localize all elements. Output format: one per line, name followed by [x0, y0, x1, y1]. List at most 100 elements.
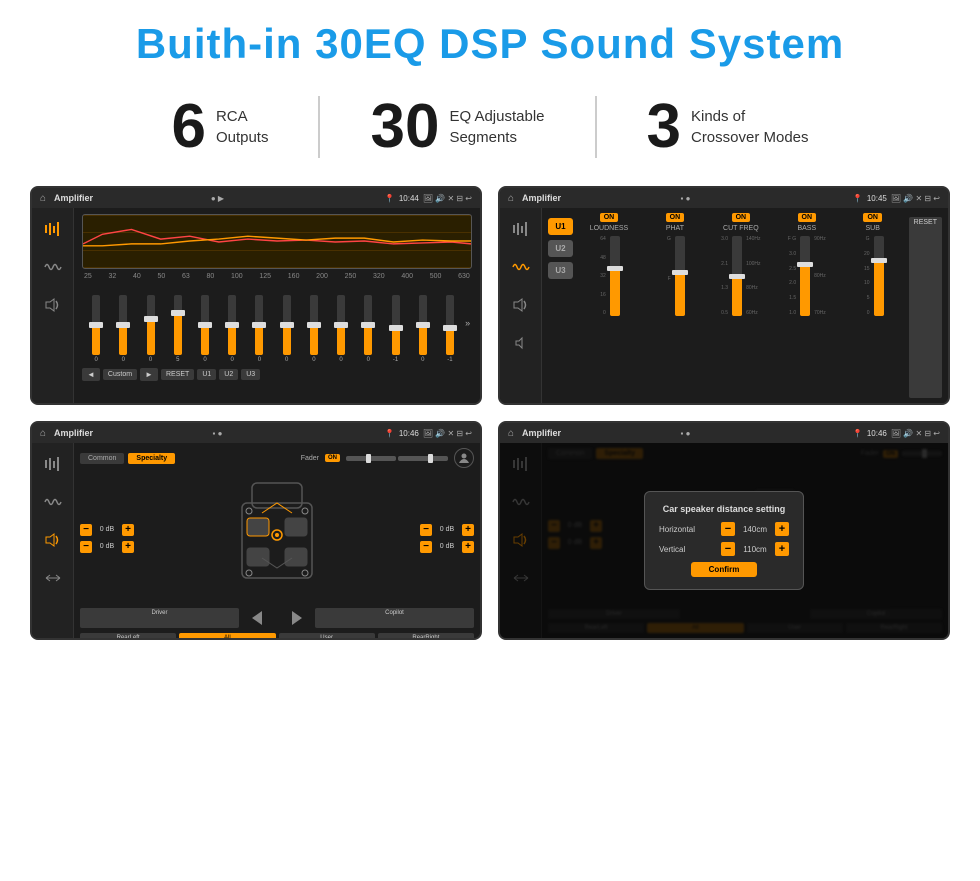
- db-plus-3[interactable]: +: [462, 524, 474, 536]
- loudness-slider[interactable]: [610, 236, 620, 316]
- u3-button[interactable]: U3: [241, 369, 260, 380]
- db-minus-3[interactable]: −: [420, 524, 432, 536]
- cutfreq-label: CUT FREQ: [723, 225, 759, 232]
- eq-slider-1[interactable]: 0: [84, 295, 108, 363]
- sub-slider[interactable]: [874, 236, 884, 316]
- horizontal-ctrl: − 140cm +: [721, 522, 789, 536]
- page-title: Buith-in 30EQ DSP Sound System: [30, 20, 950, 68]
- status-bar-3: ⌂ Amplifier ▪ ● 📍 10:46 🖼 🔊 ✕ ⊟ ↩: [32, 423, 480, 443]
- home-icon-2[interactable]: ⌂: [508, 193, 514, 204]
- speaker-icon[interactable]: [40, 294, 66, 316]
- stats-row: 6 RCA Outputs 30 EQ Adjustable Segments …: [30, 96, 950, 158]
- db-plus-1[interactable]: +: [122, 524, 134, 536]
- eq-icon-3[interactable]: [40, 453, 66, 475]
- db-plus-4[interactable]: +: [462, 541, 474, 553]
- db-row-1: − 0 dB +: [80, 524, 134, 536]
- bass-on[interactable]: ON: [798, 213, 817, 222]
- all-btn[interactable]: All: [179, 633, 275, 640]
- eq-slider-12[interactable]: -1: [383, 295, 407, 363]
- side-icons-1: [32, 208, 74, 403]
- cutfreq-on[interactable]: ON: [732, 213, 751, 222]
- eq-slider-10[interactable]: 0: [329, 295, 353, 363]
- home-icon[interactable]: ⌂: [40, 193, 46, 204]
- sub-ticks: G20151050: [862, 236, 872, 316]
- status-icons-3: 🖼 🔊 ✕ ⊟ ↩: [423, 429, 472, 438]
- wave-icon-2[interactable]: [508, 256, 534, 278]
- prev-button[interactable]: ◄: [82, 368, 100, 381]
- db-plus-2[interactable]: +: [122, 541, 134, 553]
- sub-on[interactable]: ON: [863, 213, 882, 222]
- phat-on[interactable]: ON: [666, 213, 685, 222]
- u2-preset[interactable]: U2: [548, 240, 573, 257]
- media-icons-2: ▪ ●: [681, 194, 691, 203]
- eq-slider-3[interactable]: 0: [138, 295, 162, 363]
- home-icon-4[interactable]: ⌂: [508, 428, 514, 439]
- crossover-main: U1 U2 U3 ON LOUDNESS 644832160: [542, 208, 948, 403]
- wave-icon[interactable]: [40, 256, 66, 278]
- fader-bar-1[interactable]: [346, 456, 396, 461]
- vertical-plus[interactable]: +: [775, 542, 789, 556]
- user-btn[interactable]: User: [279, 633, 375, 640]
- confirm-button[interactable]: Confirm: [691, 562, 758, 577]
- driver-btn[interactable]: Driver: [80, 608, 239, 628]
- rearright-btn[interactable]: RearRight: [378, 633, 474, 640]
- eq-slider-6[interactable]: 0: [220, 295, 244, 363]
- horizontal-plus[interactable]: +: [775, 522, 789, 536]
- u1-preset[interactable]: U1: [548, 218, 573, 235]
- cutfreq-slider[interactable]: [732, 236, 742, 316]
- eq-slider-4[interactable]: 5: [166, 295, 190, 363]
- profile-icon[interactable]: [454, 448, 474, 468]
- phat-slider[interactable]: [675, 236, 685, 316]
- screen-speaker: ⌂ Amplifier ▪ ● 📍 10:46 🖼 🔊 ✕ ⊟ ↩: [30, 421, 482, 640]
- arrows-icon[interactable]: [40, 567, 66, 589]
- media-icons-3: ▪ ●: [213, 429, 223, 438]
- fader-bar-2[interactable]: [398, 456, 448, 461]
- eq-slider-8[interactable]: 0: [275, 295, 299, 363]
- eq-slider-7[interactable]: 0: [247, 295, 271, 363]
- stat-crossover: 3 Kinds of Crossover Modes: [597, 96, 859, 158]
- db-minus-1[interactable]: −: [80, 524, 92, 536]
- next-button[interactable]: ►: [140, 368, 158, 381]
- common-tab[interactable]: Common: [80, 453, 124, 464]
- loudness-on[interactable]: ON: [600, 213, 619, 222]
- vertical-ctrl: − 110cm +: [721, 542, 789, 556]
- eq-slider-2[interactable]: 0: [111, 295, 135, 363]
- reset-btn-2[interactable]: RESET: [909, 217, 942, 398]
- vertical-minus[interactable]: −: [721, 542, 735, 556]
- eq-bottom-bar: ◄ Custom ► RESET U1 U2 U3: [82, 366, 472, 383]
- u3-preset[interactable]: U3: [548, 262, 573, 279]
- bass-slider[interactable]: [800, 236, 810, 316]
- reset-button[interactable]: RESET: [161, 369, 194, 380]
- rearleft-btn[interactable]: RearLeft: [80, 633, 176, 640]
- custom-button[interactable]: Custom: [103, 369, 137, 380]
- eq-slider-5[interactable]: 0: [193, 295, 217, 363]
- home-icon-3[interactable]: ⌂: [40, 428, 46, 439]
- db-minus-2[interactable]: −: [80, 541, 92, 553]
- status-bar-2: ⌂ Amplifier ▪ ● 📍 10:45 🖼 🔊 ✕ ⊟ ↩: [500, 188, 948, 208]
- eq-slider-14[interactable]: -1: [438, 295, 462, 363]
- speaker-tabs: Common Specialty: [80, 453, 175, 464]
- eq-icon-2[interactable]: [508, 218, 534, 240]
- u1-button[interactable]: U1: [197, 369, 216, 380]
- wave-icon-3[interactable]: [40, 491, 66, 513]
- eq-slider-13[interactable]: 0: [411, 295, 435, 363]
- speaker-icon-3[interactable]: [508, 332, 534, 354]
- vertical-label: Vertical: [659, 545, 709, 554]
- db-row-3: − 0 dB +: [420, 524, 474, 536]
- eq-slider-9[interactable]: 0: [302, 295, 326, 363]
- copilot-btn[interactable]: Copilot: [315, 608, 474, 628]
- eq-icon[interactable]: [40, 218, 66, 240]
- u2-button[interactable]: U2: [219, 369, 238, 380]
- specialty-tab[interactable]: Specialty: [128, 453, 175, 464]
- horizontal-minus[interactable]: −: [721, 522, 735, 536]
- speaker-icon-2[interactable]: [508, 294, 534, 316]
- eq-slider-11[interactable]: 0: [356, 295, 380, 363]
- stat-text-eq: EQ Adjustable Segments: [449, 106, 544, 148]
- time-3: 10:46: [399, 429, 419, 438]
- fader-sliders: [346, 456, 448, 461]
- db-minus-4[interactable]: −: [420, 541, 432, 553]
- fader-on-badge[interactable]: ON: [325, 454, 340, 462]
- more-icon[interactable]: »: [465, 318, 470, 328]
- speaker-icon-active[interactable]: [40, 529, 66, 551]
- location-icon-2: 📍: [853, 194, 863, 203]
